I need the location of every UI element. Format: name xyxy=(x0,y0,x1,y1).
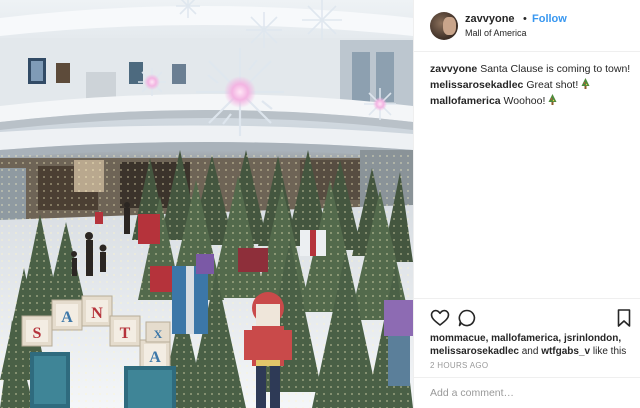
comment-item: mallofamerica Woohoo! xyxy=(430,94,635,108)
add-comment-input[interactable] xyxy=(430,383,634,403)
post-timestamp[interactable]: 2 HOURS AGO xyxy=(430,361,488,370)
bookmark-icon[interactable] xyxy=(614,308,634,328)
location-link[interactable]: Mall of America xyxy=(465,28,527,38)
likes-summary: mommacue, mallofamerica, jsrinlondon, me… xyxy=(430,332,635,358)
author-username[interactable]: zavvyone xyxy=(465,13,515,25)
post-actions xyxy=(430,308,634,328)
comment-text: Great shot! xyxy=(526,79,579,91)
comment-text: Santa Clause is coming to town! xyxy=(480,63,631,75)
comment-item: zavvyone Santa Clause is coming to town! xyxy=(430,62,635,76)
follow-button[interactable]: Follow xyxy=(532,13,567,25)
comment-username[interactable]: mallofamerica xyxy=(430,95,501,107)
likes-suffix: like this xyxy=(592,346,627,357)
instagram-post: S A N T A X zavvyone • Follow Mall of Am… xyxy=(0,0,640,408)
separator-dot: • xyxy=(523,13,527,25)
block-letter-s: S xyxy=(33,325,42,342)
block-letter-t: T xyxy=(120,325,131,342)
block-letter-a2: A xyxy=(149,349,161,366)
comment-list: zavvyone Santa Clause is coming to town!… xyxy=(430,62,635,110)
comment-item: melissarosekadlec Great shot! xyxy=(430,78,635,92)
block-letter-a: A xyxy=(61,309,73,326)
post-side-panel: zavvyone • Follow Mall of America zavvyo… xyxy=(413,0,640,408)
block-letter-n: N xyxy=(91,305,103,322)
post-photo[interactable]: S A N T A X xyxy=(0,0,413,408)
divider xyxy=(414,298,640,299)
christmas-tree-icon xyxy=(548,94,557,105)
divider xyxy=(414,377,640,378)
post-header: zavvyone • Follow Mall of America xyxy=(414,0,640,52)
christmas-tree-icon xyxy=(581,78,590,89)
mall-christmas-display-photo: S A N T A X xyxy=(0,0,413,408)
avatar[interactable] xyxy=(430,12,458,40)
heart-icon[interactable] xyxy=(430,308,450,328)
liker-last[interactable]: wtfgabs_v xyxy=(541,346,590,357)
likes-and: and xyxy=(521,346,539,357)
comment-text: Woohoo! xyxy=(503,95,546,107)
comment-icon[interactable] xyxy=(457,308,477,328)
block-letter-x: X xyxy=(154,327,163,341)
comment-username[interactable]: zavvyone xyxy=(430,63,477,75)
comment-username[interactable]: melissarosekadlec xyxy=(430,79,523,91)
